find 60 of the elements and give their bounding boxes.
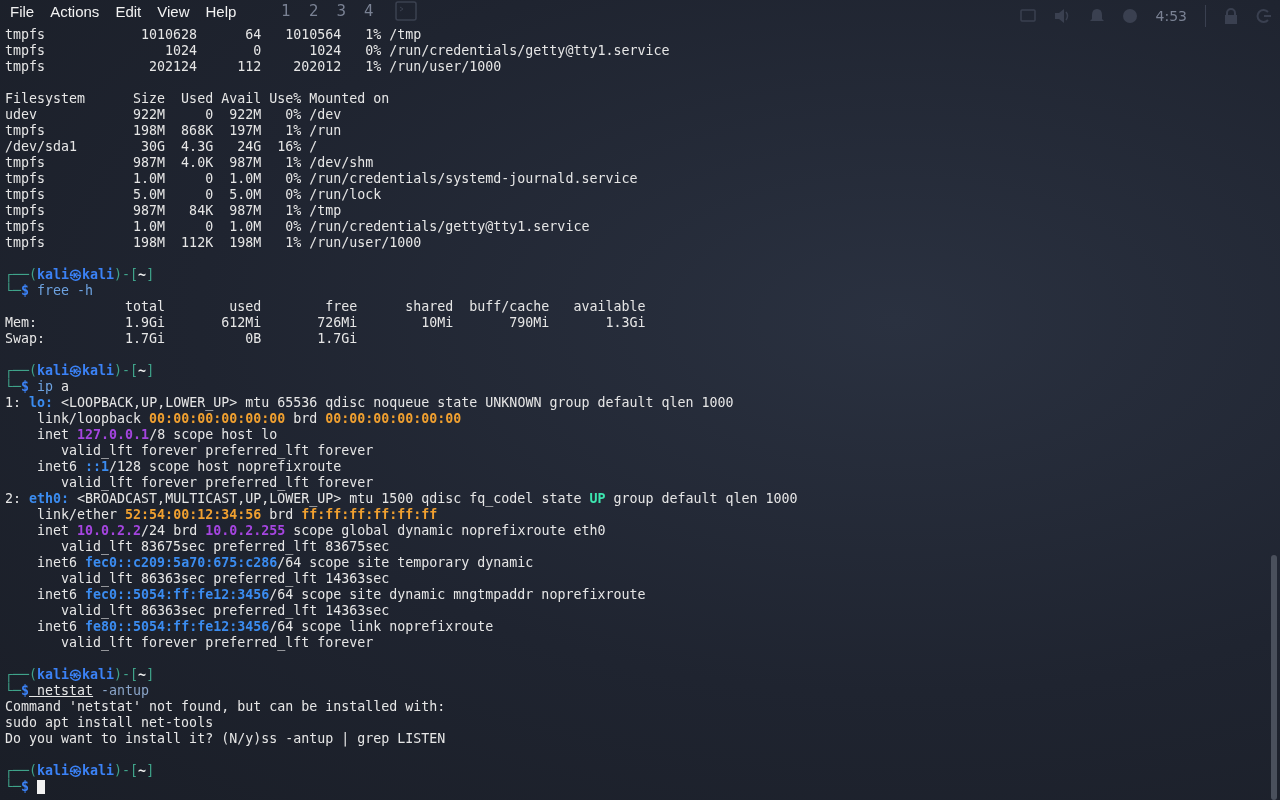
output-line: inet6 fe80::5054:ff:fe12:3456/64 scope link noprefixroute	[36, 619, 494, 635]
network-icon[interactable]	[1019, 9, 1036, 23]
output-line: valid_lft forever preferred_lft forever	[60, 635, 374, 651]
output-line: valid_lft 86363sec preferred_lft 14363sec	[60, 571, 390, 587]
workspace-button[interactable]: 2	[299, 2, 328, 20]
output-line: valid_lft forever preferred_lft forever	[60, 475, 374, 491]
workspace-button[interactable]: 4	[355, 2, 383, 20]
output-line: Do you want to install it? (N/y)ss -antup | grep LISTEN	[5, 731, 446, 747]
output-line: udev 922M 0 922M 0% /dev	[5, 107, 342, 123]
output-line: tmpfs 987M 4.0K 987M 1% /dev/shm	[5, 155, 374, 171]
output-line: valid_lft forever preferred_lft forever	[60, 443, 374, 459]
output-line: tmpfs 1.0M 0 1.0M 0% /run/credentials/systemd-journald.service	[5, 171, 638, 187]
output-line: tmpfs 1024 0 1024 0% /run/credentials/getty@tty1.service	[5, 43, 670, 59]
output-line: inet6 fec0::c209:5a70:675:c286/64 scope site temporary dynamic	[36, 555, 534, 571]
output-line: Filesystem Size Used Avail Use% Mounted on	[5, 91, 390, 107]
output-line: tmpfs 1.0M 0 1.0M 0% /run/credentials/getty@tty1.service	[5, 219, 590, 235]
output-line: Swap: 1.7Gi 0B 1.7Gi	[5, 331, 358, 347]
output-line: tmpfs 987M 84K 987M 1% /tmp	[5, 203, 342, 219]
prompt-line: ┌──(kali㉿kali)-[~]	[5, 363, 155, 379]
output-line: /dev/sda1 30G 4.3G 24G 16% /	[5, 139, 318, 155]
output-line: tmpfs 198M 112K 198M 1% /run/user/1000	[5, 235, 422, 251]
menu-item[interactable]: View	[149, 2, 198, 20]
output-line: inet6 ::1/128 scope host noprefixroute	[36, 459, 342, 475]
logout-icon[interactable]	[1256, 8, 1272, 24]
command-line: └─$	[5, 779, 30, 795]
prompt-line: ┌──(kali㉿kali)-[~]	[5, 667, 155, 683]
workspace-button[interactable]: 3	[327, 2, 355, 20]
command-line: └─$ netstat -antup	[5, 683, 150, 699]
clock[interactable]: 4:53	[1155, 8, 1187, 24]
menu-item[interactable]: File	[2, 2, 43, 20]
terminal-icon[interactable]	[394, 1, 417, 21]
output-line: inet 127.0.0.1/8 scope host lo	[36, 427, 278, 443]
output-line: 1: lo: <LOOPBACK,UP,LOWER_UP> mtu 65536 qdisc noqueue state UNKNOWN group default qlen 1000	[5, 395, 734, 411]
prompt-line: ┌──(kali㉿kali)-[~]	[5, 267, 155, 283]
text-cursor	[37, 780, 46, 794]
output-line: 2: eth0: <BROADCAST,MULTICAST,UP,LOWER_UP> mtu 1500 qdisc fq_codel state UP group default qlen 1000	[5, 491, 798, 507]
output-line: Mem: 1.9Gi 612Mi 726Mi 10Mi 790Mi 1.3Gi	[5, 315, 646, 331]
scrollbar-thumb[interactable]	[1271, 555, 1277, 800]
output-line: tmpfs 5.0M 0 5.0M 0% /run/lock	[5, 187, 382, 203]
output-line: Command 'netstat' not found, but can be installed with:	[5, 699, 446, 715]
output-line: total used free shared buff/cache available	[124, 299, 646, 315]
output-line: link/ether 52:54:00:12:34:56 brd ff:ff:ff:ff:ff:ff	[36, 507, 438, 523]
menu-item[interactable]: Help	[197, 2, 245, 20]
command-line: └─$ free -h	[5, 283, 94, 299]
output-line: tmpfs 198M 868K 197M 1% /run	[5, 123, 342, 139]
output-line: valid_lft 86363sec preferred_lft 14363sec	[60, 603, 390, 619]
menu-item[interactable]: Actions	[42, 2, 108, 20]
output-line: inet 10.0.2.2/24 brd 10.0.2.255 scope global dynamic noprefixroute eth0	[36, 523, 606, 539]
output-line: sudo apt install net-tools	[5, 715, 214, 731]
prompt-line: ┌──(kali㉿kali)-[~]	[5, 763, 155, 779]
workspace-button[interactable]: 1	[272, 2, 300, 20]
command-line: └─$ ip a	[5, 379, 70, 395]
menu-item[interactable]: Edit	[107, 2, 150, 20]
output-line: link/loopback 00:00:00:00:00:00 brd 00:00:00:00:00:00	[36, 411, 462, 427]
lock-icon[interactable]	[1224, 8, 1238, 24]
output-line: valid_lft 83675sec preferred_lft 83675sec	[60, 539, 390, 555]
bell-icon[interactable]	[1089, 8, 1104, 24]
output-line: inet6 fec0::5054:ff:fe12:3456/64 scope site dynamic mngtmpaddr noprefixroute	[36, 587, 646, 603]
output-line: tmpfs 1010628 64 1010564 1% /tmp	[5, 27, 422, 43]
output-line: tmpfs 202124 112 202012 1% /run/user/1000	[5, 59, 502, 75]
